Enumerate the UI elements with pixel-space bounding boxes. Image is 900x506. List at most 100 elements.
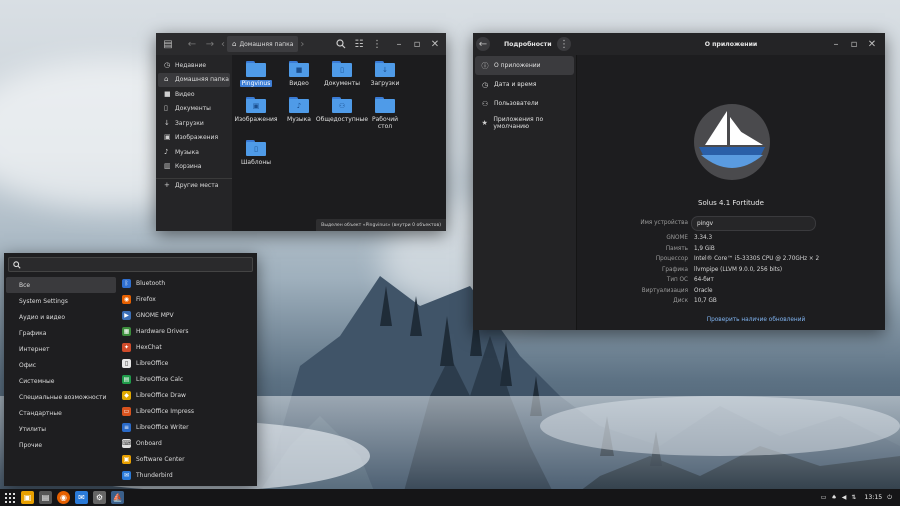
clock-icon: ◷	[164, 60, 171, 69]
category-audio-video[interactable]: Аудио и видео	[6, 309, 116, 325]
minimize-icon[interactable]: –	[390, 35, 408, 53]
device-name-field[interactable]: pingv	[691, 216, 816, 231]
files-icon[interactable]: ▤	[39, 491, 52, 504]
maximize-icon[interactable]: ▫	[408, 35, 426, 53]
power-icon[interactable]: ⏻	[887, 494, 892, 502]
category-graphics[interactable]: Графика	[6, 325, 116, 341]
solus-icon[interactable]: ⛵	[111, 491, 124, 504]
app-item[interactable]: ▶ GNOME MPV	[119, 307, 257, 323]
folder-download-icon: ↓	[375, 61, 395, 77]
app-item[interactable]: ⌨ Onboard	[119, 435, 257, 451]
menu-search-input[interactable]	[8, 257, 253, 272]
sidebar-item-recent[interactable]: ◷ Недавние	[156, 58, 232, 73]
folder-label: Шаблоны	[241, 159, 271, 166]
back-arrow-icon[interactable]: ←	[476, 37, 490, 51]
file-grid: Pingvinus ■ Видео ▯ Документы ↓ Загрузки ▣ И…	[234, 57, 446, 231]
sidebar-item-label: Музыка	[175, 148, 199, 156]
category-utilities[interactable]: Утилиты	[6, 421, 116, 437]
detail-key: Графика	[661, 266, 688, 273]
software-center-icon[interactable]: ▣	[21, 491, 34, 504]
menu-dots-icon[interactable]: ⋮	[557, 37, 571, 51]
folder-templates[interactable]: ▯ Шаблоны	[235, 140, 277, 166]
sidebar-item-downloads[interactable]: ↓ Загрузки	[156, 116, 232, 131]
folder-video-icon: ■	[289, 61, 309, 77]
folder-music[interactable]: ♪ Музыка	[278, 97, 320, 123]
menu-dots-icon[interactable]: ⋮	[368, 35, 386, 53]
category-system-settings[interactable]: System Settings	[6, 293, 116, 309]
sidebar-item-video[interactable]: ■ Видео	[156, 87, 232, 102]
app-item[interactable]: ✦ HexChat	[119, 339, 257, 355]
folder-video[interactable]: ■ Видео	[278, 61, 320, 87]
minimize-icon[interactable]: –	[827, 35, 845, 53]
maximize-icon[interactable]: ▫	[845, 35, 863, 53]
category-all[interactable]: Все	[6, 277, 116, 293]
sidebar-item-about[interactable]: ⓘ О приложении	[475, 56, 574, 75]
app-item[interactable]: ◆ LibreOffice Draw	[119, 387, 257, 403]
sidebar-item-other-places[interactable]: + Другие места	[156, 178, 232, 193]
app-item[interactable]: ◉ Firefox	[119, 291, 257, 307]
close-icon[interactable]: ✕	[863, 35, 881, 53]
folder-public[interactable]: ⚇ Общедоступные	[316, 97, 368, 123]
detail-value: Intel® Core™ i5-3330S CPU @ 2.70GHz × 2	[694, 256, 820, 262]
sidebar-item-datetime[interactable]: ◷ Дата и время	[475, 75, 574, 94]
app-item[interactable]: ▤ LibreOffice Calc	[119, 371, 257, 387]
bluetooth-icon: ᛒ	[122, 278, 131, 288]
sidebar-item-label: Домашняя папка	[175, 76, 229, 84]
folder-desktop[interactable]: Рабочий стол	[364, 97, 406, 130]
view-toggle-icon[interactable]: ☷	[350, 35, 368, 53]
folder-pingvinus[interactable]: Pingvinus	[235, 61, 277, 87]
folder-images[interactable]: ▣ Изображения	[234, 97, 278, 123]
app-item[interactable]: ᛒ Bluetooth	[119, 275, 257, 291]
folder-documents[interactable]: ▯ Документы	[321, 61, 363, 87]
path-left-chevron-icon[interactable]: ‹	[219, 35, 227, 53]
file-manager-headerbar: ▤ ← → ‹ ⌂ Домашняя папка › ☷ ⋮ – ▫ ✕	[156, 33, 446, 55]
thunderbird-icon[interactable]: ✉	[75, 491, 88, 504]
clock[interactable]: 13:15	[864, 494, 882, 501]
category-accessibility[interactable]: Специальные возможности	[6, 389, 116, 405]
sidebar-item-label: Видео	[175, 90, 195, 98]
bell-icon[interactable]: ♠	[831, 494, 836, 501]
app-item[interactable]: ≡ LibreOffice Writer	[119, 419, 257, 435]
drive-icon[interactable]: ▤	[159, 35, 177, 53]
app-item-label: LibreOffice Calc	[136, 375, 184, 383]
sidebar-item-trash[interactable]: ▥ Корзина	[156, 160, 232, 175]
app-item[interactable]: ✉ Thunderbird	[119, 467, 257, 483]
check-updates-link[interactable]: Проверить наличие обновлений	[577, 317, 885, 323]
back-arrow-icon[interactable]: ←	[183, 35, 201, 53]
search-icon[interactable]	[332, 35, 350, 53]
settings-icon[interactable]: ⚙	[93, 491, 106, 504]
app-item[interactable]: ▣ Software Center	[119, 451, 257, 467]
path-right-chevron-icon[interactable]: ›	[298, 35, 306, 53]
sidebar-item-music[interactable]: ♪ Музыка	[156, 145, 232, 160]
sidebar-item-default-apps[interactable]: ★ Приложения по умолчанию	[475, 113, 574, 132]
volume-icon[interactable]: ◀	[842, 494, 847, 501]
calc-icon: ▤	[122, 374, 131, 384]
notifications-icon[interactable]: ▭	[821, 494, 827, 501]
home-icon: ⌂	[232, 40, 237, 48]
detail-value: Oracle	[694, 287, 713, 294]
category-system[interactable]: Системные	[6, 373, 116, 389]
forward-arrow-icon[interactable]: →	[201, 35, 219, 53]
app-item[interactable]: ▭ LibreOffice Impress	[119, 403, 257, 419]
sidebar-item-users[interactable]: ⚇ Пользователи	[475, 94, 574, 113]
sidebar-item-label: О приложении	[494, 62, 541, 69]
category-internet[interactable]: Интернет	[6, 341, 116, 357]
app-item[interactable]: ▯ LibreOffice	[119, 355, 257, 371]
category-accessories[interactable]: Стандартные	[6, 405, 116, 421]
app-grid-icon[interactable]	[3, 491, 16, 504]
network-icon[interactable]: ⇅	[851, 494, 856, 501]
folder-label: Общедоступные	[315, 116, 369, 123]
category-office[interactable]: Офис	[6, 357, 116, 373]
clock-icon: ◷	[481, 80, 489, 89]
sidebar-item-images[interactable]: ▣ Изображения	[156, 131, 232, 146]
path-home-button[interactable]: ⌂ Домашняя папка	[227, 36, 299, 52]
folder-downloads[interactable]: ↓ Загрузки	[364, 61, 406, 87]
close-icon[interactable]: ✕	[426, 35, 444, 53]
folder-public-icon: ⚇	[332, 97, 352, 113]
app-item[interactable]: ▦ Hardware Drivers	[119, 323, 257, 339]
app-item-label: LibreOffice Writer	[136, 423, 189, 431]
category-other[interactable]: Прочие	[6, 437, 116, 453]
sidebar-item-home[interactable]: ⌂ Домашняя папка	[158, 72, 230, 87]
sidebar-item-documents[interactable]: ▯ Документы	[156, 102, 232, 117]
firefox-icon[interactable]: ◉	[57, 491, 70, 504]
